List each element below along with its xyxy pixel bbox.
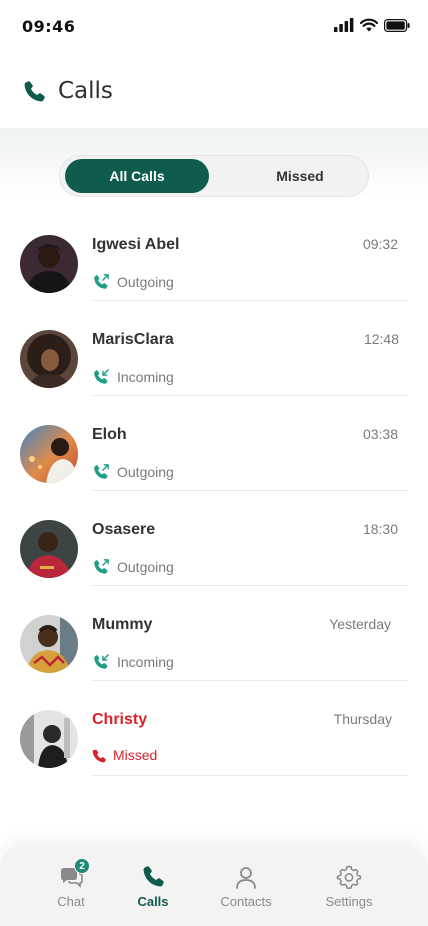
call-time: 09:32 [362, 236, 398, 252]
avatar [20, 425, 78, 483]
call-time: Yesterday [329, 616, 391, 632]
list-item[interactable]: Eloh 03:38 Outgoing [0, 412, 428, 507]
call-status: Incoming [92, 367, 174, 386]
avatar [20, 330, 78, 388]
call-time: Thursday [333, 711, 392, 727]
call-status: Missed [92, 747, 157, 763]
outgoing-call-icon [94, 464, 109, 479]
unread-badge: 2 [74, 858, 90, 874]
wifi-icon [360, 18, 378, 32]
call-time: 18:30 [362, 521, 398, 537]
contact-name: Igwesi Abel [92, 236, 180, 253]
nav-label: Calls [137, 894, 169, 909]
divider [92, 490, 408, 491]
contact-name: Christy [92, 711, 148, 728]
incoming-call-icon [94, 654, 109, 669]
call-time: 03:38 [362, 426, 398, 442]
outgoing-call-icon [94, 274, 109, 289]
avatar [20, 520, 78, 578]
avatar [20, 710, 78, 768]
divider [92, 585, 408, 586]
call-time: 12:48 [363, 331, 399, 347]
phone-icon [24, 81, 45, 102]
contact-name: MarisClara [92, 331, 174, 348]
phone-icon [140, 864, 166, 890]
call-type: Outgoing [117, 558, 174, 575]
list-item[interactable]: Igwesi Abel 09:32 Outgoing [0, 222, 428, 317]
nav-label: Contacts [220, 894, 272, 909]
avatar [20, 235, 78, 293]
call-status: Outgoing [92, 272, 174, 291]
outgoing-call-icon [94, 559, 109, 574]
page-title: Calls [58, 78, 113, 104]
call-type: Incoming [117, 368, 174, 385]
contact-name: Eloh [92, 426, 127, 443]
nav-settings[interactable]: Settings [309, 864, 389, 909]
nav-calls[interactable]: Calls [113, 864, 193, 909]
nav-contacts[interactable]: Contacts [206, 864, 286, 909]
call-status: Outgoing [92, 462, 174, 481]
divider [92, 680, 408, 681]
missed-call-icon [92, 749, 106, 762]
call-type: Outgoing [117, 463, 174, 480]
call-status: Incoming [92, 652, 174, 671]
signal-icon [334, 18, 354, 32]
tab-all-calls[interactable]: All Calls [65, 159, 209, 193]
status-icons [334, 18, 410, 32]
avatar [20, 615, 78, 673]
person-icon [233, 864, 259, 890]
incoming-call-icon [94, 369, 109, 384]
divider [92, 775, 408, 776]
bottom-nav: 2 Chat Calls Contacts Settings [0, 846, 428, 926]
list-item[interactable]: Osasere 18:30 Outgoing [0, 507, 428, 602]
status-bar: 09:46 [0, 0, 428, 52]
call-type: Incoming [117, 653, 174, 670]
call-type: Outgoing [117, 273, 174, 290]
call-status: Outgoing [92, 557, 174, 576]
call-filter-tabs: All Calls Missed [59, 155, 369, 197]
status-time: 09:46 [22, 17, 76, 36]
call-type: Missed [113, 747, 158, 763]
divider [92, 300, 408, 301]
list-item[interactable]: Mummy Yesterday Incoming [0, 602, 428, 697]
nav-label: Settings [325, 894, 373, 909]
header: Calls [0, 68, 428, 118]
list-item[interactable]: Christy Thursday Missed [0, 697, 428, 792]
call-list: Igwesi Abel 09:32 Outgoing MarisClara 12… [0, 222, 428, 792]
nav-label: Chat [57, 894, 85, 909]
list-item[interactable]: MarisClara 12:48 Incoming [0, 317, 428, 412]
battery-icon [384, 18, 410, 32]
contact-name: Mummy [92, 616, 153, 633]
contact-name: Osasere [92, 521, 156, 538]
chat-icon: 2 [58, 858, 90, 890]
tab-missed[interactable]: Missed [228, 159, 372, 193]
gear-icon [336, 864, 362, 890]
divider [92, 395, 408, 396]
nav-chat[interactable]: 2 Chat [31, 858, 111, 909]
